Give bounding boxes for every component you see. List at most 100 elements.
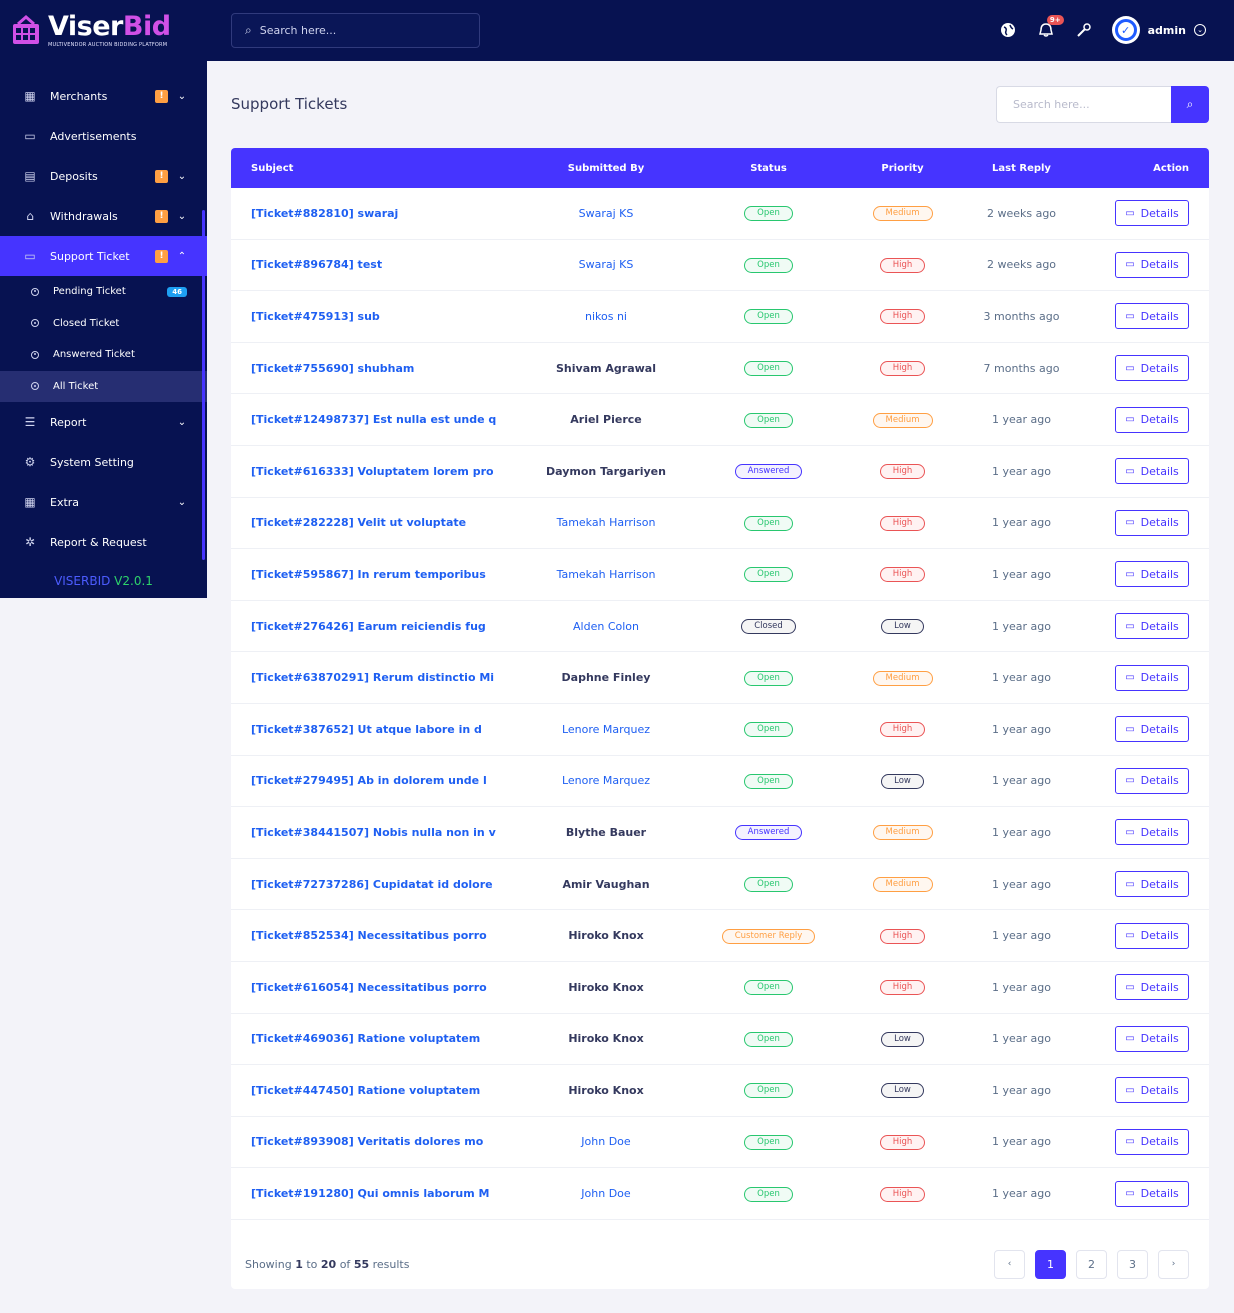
sidebar-item-support-ticket[interactable]: ▭ Support Ticket ! ⌃ <box>0 236 207 276</box>
sidebar-item-label: Report & Request <box>50 535 147 549</box>
top-search-input[interactable]: ⌕ Search here... <box>231 13 480 48</box>
details-button[interactable]: ▭ Details <box>1115 251 1189 278</box>
details-button[interactable]: ▭ Details <box>1115 871 1189 898</box>
submitted-by[interactable]: John Doe <box>541 1135 671 1148</box>
sidebar-subitem-pending-ticket[interactable]: Pending Ticket 46 <box>0 276 207 308</box>
details-button[interactable]: ▭ Details <box>1115 974 1189 1001</box>
tickets-table: Subject Submitted By Status Priority Las… <box>231 148 1209 1289</box>
details-button[interactable]: ▭ Details <box>1115 509 1189 536</box>
sidebar-item-advertisements[interactable]: ▭ Advertisements <box>0 116 207 156</box>
details-button[interactable]: ▭ Details <box>1115 922 1189 949</box>
ticket-subject-link[interactable]: [Ticket#447450] Ratione voluptatem <box>231 1084 541 1097</box>
pagination-page-3[interactable]: 3 <box>1117 1249 1148 1279</box>
brand-logo[interactable]: ViserBid MULTIVENDOR AUCTION BIDDING PLA… <box>0 0 207 61</box>
priority-cell: Low <box>866 1031 939 1047</box>
ticket-subject-link[interactable]: [Ticket#616054] Necessitatibus porro <box>231 981 541 994</box>
ticket-subject-link[interactable]: [Ticket#852534] Necessitatibus porro <box>231 929 541 942</box>
pagination-page-1[interactable]: 1 <box>1035 1249 1066 1279</box>
ticket-subject-link[interactable]: [Ticket#882810] swaraj <box>231 207 541 220</box>
priority-badge: High <box>879 1134 926 1150</box>
pagination-prev-button[interactable]: ‹ <box>994 1249 1025 1279</box>
details-button[interactable]: ▭ Details <box>1115 355 1189 382</box>
details-button[interactable]: ▭ Details <box>1115 303 1189 330</box>
sidebar-item-deposits[interactable]: ▤ Deposits ! ⌄ <box>0 156 207 196</box>
details-button[interactable]: ▭ Details <box>1115 819 1189 846</box>
merchants-icon: ▦ <box>24 89 36 103</box>
submitted-by[interactable]: Tamekah Harrison <box>541 568 671 581</box>
brand-name-a: Viser <box>48 11 123 42</box>
details-button[interactable]: ▭ Details <box>1115 458 1189 485</box>
details-button[interactable]: ▭ Details <box>1115 406 1189 433</box>
details-button[interactable]: ▭ Details <box>1115 767 1189 794</box>
details-label: Details <box>1140 1032 1179 1046</box>
submitted-by[interactable]: Tamekah Harrison <box>541 516 671 529</box>
details-label: Details <box>1140 413 1179 427</box>
ticket-subject-link[interactable]: [Ticket#475913] sub <box>231 310 541 323</box>
details-button[interactable]: ▭ Details <box>1115 664 1189 691</box>
header-submitted-by: Submitted By <box>567 162 645 174</box>
sidebar-item-system-setting[interactable]: ⚙ System Setting <box>0 442 207 482</box>
avatar[interactable]: ✓ <box>1111 16 1140 44</box>
ticket-subject-link[interactable]: [Ticket#469036] Ratione voluptatem <box>231 1032 541 1045</box>
ticket-subject-link[interactable]: [Ticket#595867] In rerum temporibus <box>231 568 541 581</box>
details-button[interactable]: ▭ Details <box>1115 613 1189 640</box>
ticket-subject-link[interactable]: [Ticket#279495] Ab in dolorem unde l <box>231 774 541 787</box>
search-button[interactable]: ⌕ <box>1171 86 1209 123</box>
submitted-by[interactable]: Alden Colon <box>541 620 671 633</box>
sidebar-subitem-all-ticket[interactable]: All Ticket <box>0 370 207 402</box>
ticket-subject-link[interactable]: [Ticket#755690] shubham <box>231 362 541 375</box>
submitted-by[interactable]: Swaraj KS <box>541 207 671 220</box>
ticket-subject-link[interactable]: [Ticket#38441507] Nobis nulla non in v <box>231 826 541 839</box>
sidebar-item-report-request[interactable]: ✲ Report & Request <box>0 522 207 562</box>
details-button[interactable]: ▭ Details <box>1115 1180 1189 1207</box>
last-reply: 1 year ago <box>992 722 1051 736</box>
last-reply: 2 weeks ago <box>986 258 1057 272</box>
summary-prefix: Showing <box>245 1257 296 1271</box>
globe-icon[interactable] <box>998 20 1018 40</box>
ticket-subject-link[interactable]: [Ticket#12498737] Est nulla est unde q <box>231 413 541 426</box>
submitted-by[interactable]: Lenore Marquez <box>541 774 671 787</box>
sidebar-subitem-closed-ticket[interactable]: Closed Ticket <box>0 308 207 340</box>
sidebar-subitem-answered-ticket[interactable]: Answered Ticket <box>0 339 207 371</box>
ticket-subject-link[interactable]: [Ticket#72737286] Cupidatat id dolore <box>231 878 541 891</box>
sidebar-item-extra[interactable]: ▦ Extra ⌄ <box>0 482 207 522</box>
ticket-subject-link[interactable]: [Ticket#893908] Veritatis dolores mo <box>231 1135 541 1148</box>
details-button[interactable]: ▭ Details <box>1115 561 1189 588</box>
sidebar-item-merchants[interactable]: ▦ Merchants ! ⌄ <box>0 76 207 116</box>
status-cell: Open <box>671 257 866 273</box>
ticket-subject-link[interactable]: [Ticket#896784] test <box>231 258 541 271</box>
sidebar-item-label: Support Ticket <box>50 249 130 263</box>
chevron-down-icon[interactable]: ⌄ <box>1194 24 1206 36</box>
desktop-icon: ▭ <box>1125 568 1135 580</box>
ticket-subject-link[interactable]: [Ticket#276426] Earum reiciendis fug <box>231 620 541 633</box>
action-cell: ▭ Details <box>1104 355 1209 382</box>
ticket-subject-link[interactable]: [Ticket#282228] Velit ut voluptate <box>231 516 541 529</box>
details-button[interactable]: ▭ Details <box>1115 1128 1189 1155</box>
ticket-subject-link[interactable]: [Ticket#63870291] Rerum distinctio Mi <box>231 671 541 684</box>
gear-icon: ⚙ <box>24 455 36 469</box>
admin-name[interactable]: admin <box>1148 24 1186 37</box>
sidebar-item-withdrawals[interactable]: ⌂ Withdrawals ! ⌄ <box>0 196 207 236</box>
deposits-icon: ▤ <box>24 169 36 183</box>
pagination-page-2[interactable]: 2 <box>1076 1249 1107 1279</box>
pagination: ‹ 1 2 3 › <box>994 1249 1189 1279</box>
sidebar-item-report[interactable]: ☰ Report ⌄ <box>0 402 207 442</box>
gavel-logo-icon <box>10 14 42 47</box>
ticket-subject-link[interactable]: [Ticket#191280] Qui omnis laborum M <box>231 1187 541 1200</box>
status-badge: Customer Reply <box>721 928 816 944</box>
details-button[interactable]: ▭ Details <box>1115 200 1189 227</box>
ticket-search-input[interactable]: Search here... <box>996 86 1171 123</box>
details-button[interactable]: ▭ Details <box>1115 1077 1189 1104</box>
sidebar-scrollbar[interactable] <box>202 210 205 560</box>
ticket-subject-link[interactable]: [Ticket#616333] Voluptatem lorem pro <box>231 465 541 478</box>
submitted-by[interactable]: nikos ni <box>541 310 671 323</box>
ticket-subject-link[interactable]: [Ticket#387652] Ut atque labore in d <box>231 723 541 736</box>
wrench-icon[interactable] <box>1074 20 1094 40</box>
submitted-by[interactable]: Swaraj KS <box>541 258 671 271</box>
details-button[interactable]: ▭ Details <box>1115 1025 1189 1052</box>
details-button[interactable]: ▭ Details <box>1115 716 1189 743</box>
submitted-by[interactable]: Lenore Marquez <box>541 723 671 736</box>
bell-icon[interactable]: 9+ <box>1036 15 1064 40</box>
submitted-by[interactable]: John Doe <box>541 1187 671 1200</box>
pagination-next-button[interactable]: › <box>1158 1249 1189 1279</box>
